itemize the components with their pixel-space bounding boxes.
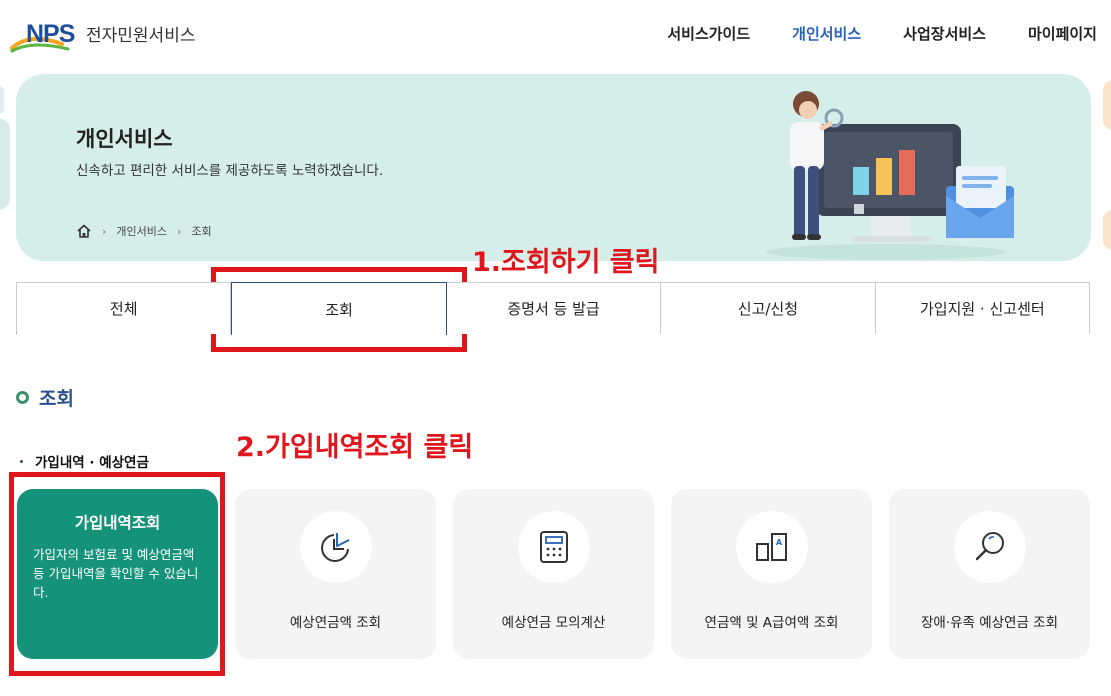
nav-service-guide[interactable]: 서비스가이드 xyxy=(667,23,750,44)
decor-shape xyxy=(1103,210,1111,250)
decor-shape xyxy=(0,85,4,115)
document-a-icon: A xyxy=(755,533,787,561)
page-subtitle: 신속하고 편리한 서비스를 제공하도록 노력하겠습니다. xyxy=(76,163,384,179)
nav-personal-service[interactable]: 개인서비스 xyxy=(792,23,861,44)
page-banner: 개인서비스 신속하고 편리한 서비스를 제공하도록 노력하겠습니다. › 개인서… xyxy=(16,74,1091,261)
chevron-right-icon: › xyxy=(177,224,182,238)
site-header: NPS 전자민원서비스 서비스가이드 개인서비스 사업장서비스 마이페이지 xyxy=(0,0,1111,68)
page-title: 개인서비스 xyxy=(76,127,173,151)
magnifier-icon xyxy=(975,532,1004,561)
card-label: 연금액 및 A급여액 조회 xyxy=(704,615,839,631)
card-label: 예상연금 모의계산 xyxy=(501,615,606,631)
site-name: 전자민원서비스 xyxy=(86,26,196,46)
card-label: 예상연금액 조회 xyxy=(289,615,382,631)
nav-mypage[interactable]: 마이페이지 xyxy=(1028,23,1097,44)
icon-circle xyxy=(299,511,372,583)
decor-shape xyxy=(0,118,10,210)
decor-shape xyxy=(1103,80,1111,130)
section-title: 조회 xyxy=(16,384,74,411)
tab-inquiry[interactable]: 조회 xyxy=(231,282,447,335)
svg-text:A: A xyxy=(775,538,782,547)
section-title-text: 조회 xyxy=(39,388,74,410)
chevron-right-icon: › xyxy=(102,224,107,238)
breadcrumb-item[interactable]: 개인서비스 xyxy=(116,223,167,239)
card-disability-survivor[interactable]: 장애·유족 예상연금 조회 xyxy=(889,489,1090,659)
card-label: 장애·유족 예상연금 조회 xyxy=(920,615,1059,631)
tab-support-center[interactable]: 가입지원 · 신고센터 xyxy=(875,283,1091,334)
logo-nps-text: NPS xyxy=(26,20,75,48)
tab-report-apply[interactable]: 신고/신청 xyxy=(661,283,876,334)
annotation-step2: 2.가입내역조회 클릭 xyxy=(236,432,474,463)
banner-illustration xyxy=(766,91,1014,260)
subsection-title: 가입내역 · 예상연금 xyxy=(20,451,149,471)
card-expected-pension[interactable]: 예상연금액 조회 xyxy=(235,489,436,659)
annotation-box-card xyxy=(9,472,225,676)
icon-circle xyxy=(517,511,590,583)
tab-certificate[interactable]: 증명서 등 발급 xyxy=(446,283,662,334)
circle-bullet-icon xyxy=(16,391,29,404)
site-logo[interactable]: NPS 전자민원서비스 xyxy=(10,18,220,58)
nav-business-service[interactable]: 사업장서비스 xyxy=(903,23,986,44)
breadcrumb-item-current[interactable]: 조회 xyxy=(191,223,211,239)
icon-circle xyxy=(953,511,1026,583)
calculator-icon xyxy=(539,531,568,563)
pie-chart-icon xyxy=(320,533,349,562)
category-tabs: 전체 조회 증명서 등 발급 신고/신청 가입지원 · 신고센터 xyxy=(16,282,1091,335)
subsection-title-text: 가입내역 · 예상연금 xyxy=(35,455,149,471)
card-pension-simulation[interactable]: 예상연금 모의계산 xyxy=(453,489,654,659)
global-nav: 서비스가이드 개인서비스 사업장서비스 마이페이지 xyxy=(625,23,1097,44)
home-icon[interactable] xyxy=(76,223,92,239)
card-pension-a-benefit[interactable]: A 연금액 및 A급여액 조회 xyxy=(671,489,872,659)
breadcrumb: › 개인서비스 › 조회 xyxy=(76,223,212,239)
tab-all[interactable]: 전체 xyxy=(17,283,232,334)
dot-bullet-icon xyxy=(20,459,23,463)
annotation-step1: 1.조회하기 클릭 xyxy=(472,247,660,278)
icon-circle: A xyxy=(735,511,808,583)
